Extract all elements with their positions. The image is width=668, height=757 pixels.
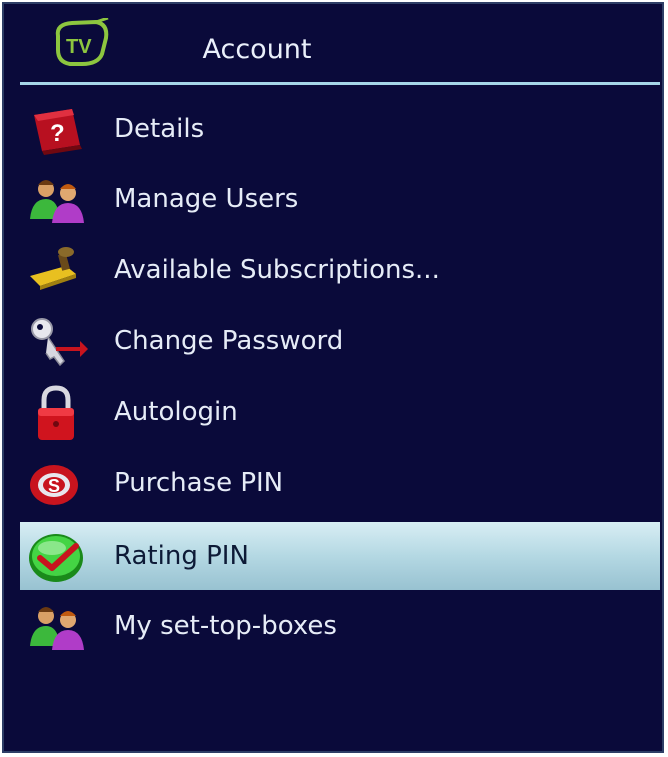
- coin-icon: S: [30, 465, 78, 505]
- checkmark-icon: [29, 534, 83, 582]
- menu-item-label: Available Subscriptions...: [114, 255, 440, 285]
- account-screen: TV Account ? Details Manage Users Availa…: [2, 2, 664, 753]
- menu-item-label: Details: [114, 114, 205, 144]
- menu-item-label: Purchase PIN: [114, 468, 284, 498]
- menu-item-label: Change Password: [114, 326, 344, 356]
- key-icon: [31, 318, 88, 367]
- menu-item-manage-users[interactable]: Manage Users: [20, 165, 660, 233]
- menu-item-change-password[interactable]: Change Password: [20, 307, 660, 375]
- menu-item-purchase-pin[interactable]: S Purchase PIN: [20, 449, 660, 517]
- account-menu: ? Details Manage Users Available Subscri…: [4, 4, 662, 751]
- menu-item-details[interactable]: ? Details: [20, 95, 660, 163]
- svg-text:?: ?: [50, 120, 65, 147]
- users-icon: [30, 607, 84, 650]
- padlock-icon: [38, 385, 74, 440]
- menu-item-available-subscriptions[interactable]: Available Subscriptions...: [20, 236, 660, 304]
- stamp-icon: [30, 247, 76, 290]
- menu-item-label: Rating PIN: [114, 541, 249, 571]
- menu-item-rating-pin[interactable]: Rating PIN: [20, 522, 660, 590]
- menu-item-label: Manage Users: [114, 184, 299, 214]
- menu-item-label: Autologin: [114, 397, 238, 427]
- menu-item-autologin[interactable]: Autologin: [20, 378, 660, 446]
- svg-text:S: S: [48, 476, 60, 496]
- users-icon: [30, 180, 84, 223]
- menu-item-my-set-top-boxes[interactable]: My set-top-boxes: [20, 592, 660, 660]
- question-box-icon: ?: [34, 109, 82, 155]
- menu-item-label: My set-top-boxes: [114, 611, 337, 641]
